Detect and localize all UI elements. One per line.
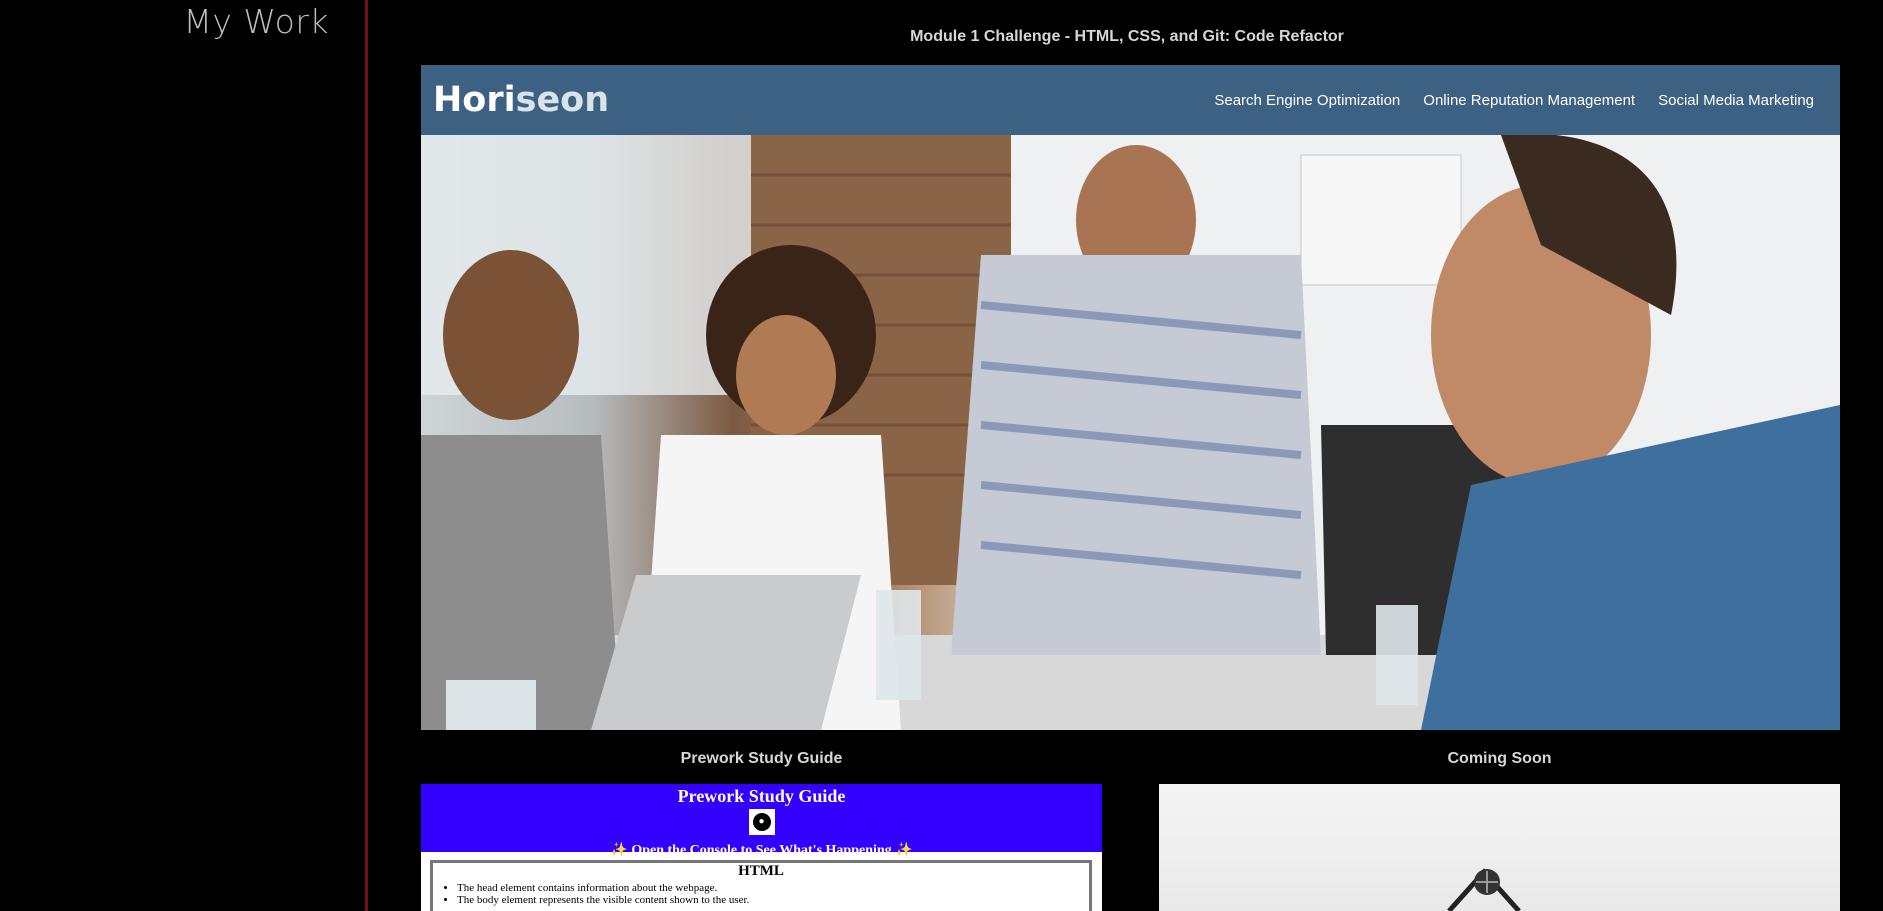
main-content: Module 1 Challenge - HTML, CSS, and Git:… — [371, 0, 1883, 911]
logo-part-1: Hori — [433, 80, 516, 120]
github-icon: ● — [748, 809, 775, 835]
horiseon-header: Horiseon Search Engine Optimization Onli… — [421, 65, 1840, 135]
horiseon-logo[interactable]: Horiseon — [433, 80, 609, 120]
newtons-cradle-illustration — [1447, 868, 1521, 911]
html-section: HTML The head element contains informati… — [430, 860, 1092, 911]
hero-photo — [421, 135, 1840, 730]
list-item: The body element represents the visible … — [457, 894, 1089, 906]
nav-seo[interactable]: Search Engine Optimization — [1214, 92, 1400, 109]
nav-social[interactable]: Social Media Marketing — [1658, 92, 1814, 109]
card-title-study-guide: Prework Study Guide — [680, 750, 843, 767]
card-title-coming-soon: Coming Soon — [1447, 750, 1552, 767]
horiseon-nav: Search Engine Optimization Online Reputa… — [1191, 92, 1814, 109]
sidebar-title: My Work — [183, 2, 329, 41]
html-section-heading: HTML — [738, 863, 784, 879]
html-notes-list: The head element contains information ab… — [433, 882, 1089, 906]
study-guide-header: Prework Study Guide ● ✨ Open the Console… — [421, 784, 1102, 858]
nav-reputation[interactable]: Online Reputation Management — [1423, 92, 1635, 109]
logo-part-2: seon — [515, 80, 610, 120]
list-item: The head element contains information ab… — [457, 882, 1089, 894]
sidebar: My Work — [0, 0, 368, 911]
project-title: Module 1 Challenge - HTML, CSS, and Git:… — [910, 28, 1344, 45]
horiseon-project-preview[interactable]: Horiseon Search Engine Optimization Onli… — [421, 65, 1840, 730]
coming-soon-preview[interactable] — [1159, 784, 1840, 911]
study-guide-preview[interactable]: Prework Study Guide ● ✨ Open the Console… — [421, 784, 1102, 911]
hero-photo-illustration — [421, 135, 1840, 730]
console-message: ✨ Open the Console to See What's Happeni… — [610, 843, 913, 858]
study-guide-heading: Prework Study Guide — [677, 786, 846, 806]
